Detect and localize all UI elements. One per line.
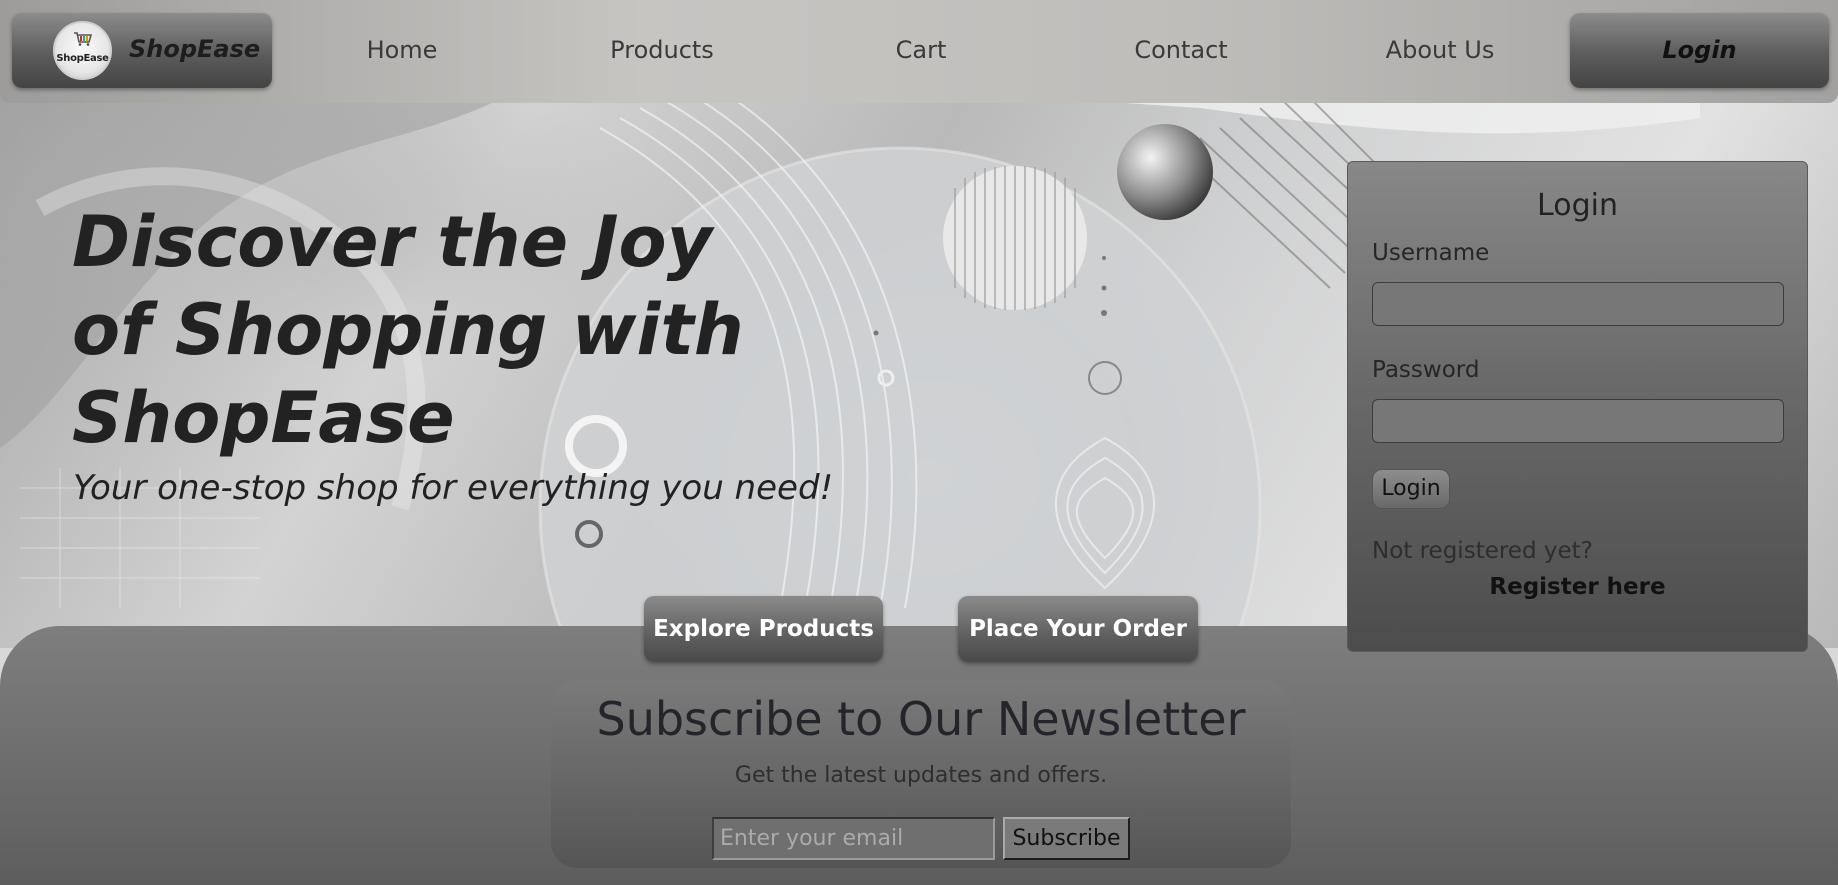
login-submit-button[interactable]: Login bbox=[1372, 469, 1450, 509]
username-label: Username bbox=[1372, 240, 1490, 266]
newsletter-email-input[interactable] bbox=[712, 817, 995, 860]
not-registered-text: Not registered yet? bbox=[1372, 538, 1593, 564]
brand-home-link[interactable]: ShopEase ShopEase bbox=[12, 13, 272, 88]
login-panel-title: Login bbox=[1537, 188, 1618, 223]
shopping-cart-icon bbox=[74, 32, 92, 46]
hero-title: Discover the Joy of Shopping with ShopEa… bbox=[72, 201, 744, 459]
shopease-logo-icon: ShopEase bbox=[53, 21, 112, 80]
password-label: Password bbox=[1372, 357, 1480, 383]
nav-link-products[interactable]: Products bbox=[562, 36, 762, 64]
explore-products-button[interactable]: Explore Products bbox=[644, 596, 883, 662]
brand-name: ShopEase bbox=[129, 35, 261, 63]
nav-link-contact[interactable]: Contact bbox=[1081, 36, 1281, 64]
navbar: ShopEase ShopEase Home Products Cart Con… bbox=[0, 0, 1838, 103]
newsletter-description: Get the latest updates and offers. bbox=[734, 763, 1108, 788]
logo-text: ShopEase bbox=[56, 53, 109, 64]
subscribe-button[interactable]: Subscribe bbox=[1003, 817, 1130, 860]
newsletter-title: Subscribe to Our Newsletter bbox=[596, 692, 1246, 746]
newsletter-section: Subscribe to Our Newsletter Get the late… bbox=[551, 680, 1291, 868]
password-input[interactable] bbox=[1372, 399, 1784, 443]
hero-subtitle: Your one-stop shop for everything you ne… bbox=[73, 468, 834, 508]
login-panel: Login Username Password Login Not regist… bbox=[1347, 161, 1808, 652]
register-link[interactable]: Register here bbox=[1348, 574, 1807, 600]
place-order-button[interactable]: Place Your Order bbox=[958, 596, 1198, 662]
nav-link-home[interactable]: Home bbox=[302, 36, 502, 64]
nav-link-cart[interactable]: Cart bbox=[821, 36, 1021, 64]
username-input[interactable] bbox=[1372, 282, 1784, 326]
nav-link-about-us[interactable]: About Us bbox=[1340, 36, 1540, 64]
nav-login-button[interactable]: Login bbox=[1570, 13, 1829, 88]
